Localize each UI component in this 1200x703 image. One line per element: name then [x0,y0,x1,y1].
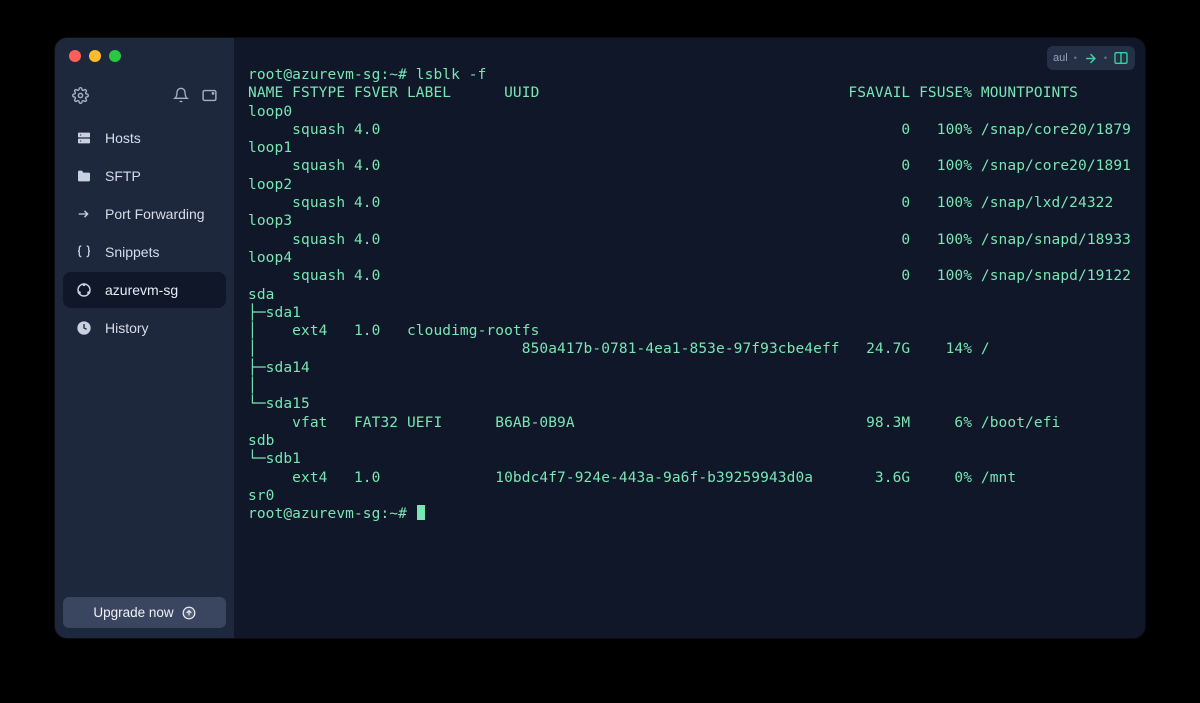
arrow-up-circle-icon [182,606,196,620]
notifications-icon[interactable] [172,86,190,104]
ubuntu-icon [75,282,93,298]
settings-icon[interactable] [71,86,89,104]
cursor [417,505,425,520]
sidebar-item-label: History [105,320,149,336]
sidebar-top-icons [55,68,234,116]
window-controls [55,38,234,68]
folder-icon [75,168,93,184]
braces-icon [75,244,93,260]
app-window: Hosts SFTP Port Forwarding Snippets azurevm-… [55,38,1145,638]
close-window-button[interactable] [69,50,81,62]
sidebar-item-hosts[interactable]: Hosts [63,120,226,156]
sidebar-item-label: Port Forwarding [105,206,205,222]
sidebar-item-history[interactable]: History [63,310,226,346]
clock-icon [75,320,93,336]
badge-text: aul [1053,52,1068,64]
terminal[interactable]: root@azurevm-sg:~# lsblk -f NAME FSTYPE … [234,38,1145,533]
hosts-icon [75,130,93,146]
minimize-window-button[interactable] [89,50,101,62]
upgrade-button[interactable]: Upgrade now [63,597,226,628]
share-icon[interactable] [1083,51,1098,66]
separator-dot: • [1104,53,1107,63]
upgrade-label: Upgrade now [93,605,173,620]
separator-dot: • [1074,53,1077,63]
titlebar-right: aul • • [1047,46,1135,70]
split-icon[interactable] [1113,50,1129,66]
sidebar-nav: Hosts SFTP Port Forwarding Snippets azurevm-… [55,116,234,350]
portfwd-icon [75,206,93,222]
sidebar-item-label: azurevm-sg [105,282,178,298]
sidebar-item-azurevm-sg[interactable]: azurevm-sg [63,272,226,308]
sidebar: Hosts SFTP Port Forwarding Snippets azurevm-… [55,38,234,638]
sidebar-item-snippets[interactable]: Snippets [63,234,226,270]
zoom-window-button[interactable] [109,50,121,62]
inbox-icon[interactable] [200,86,218,104]
main-pane: aul • • root@azurevm-sg:~# lsblk -f NAME… [234,38,1145,638]
sidebar-item-label: Hosts [105,130,141,146]
sidebar-item-label: Snippets [105,244,159,260]
sidebar-item-sftp[interactable]: SFTP [63,158,226,194]
sidebar-item-port-forwarding[interactable]: Port Forwarding [63,196,226,232]
sidebar-item-label: SFTP [105,168,141,184]
